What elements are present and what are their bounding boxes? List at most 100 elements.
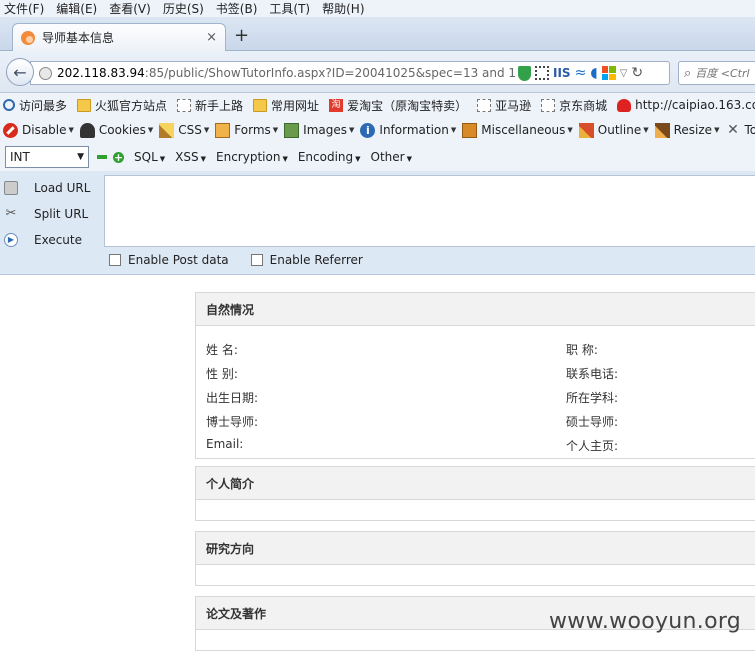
bookmark-firefox-official[interactable]: 火狐官方站点: [77, 97, 167, 114]
cookies-menu[interactable]: Cookies ▼: [79, 122, 153, 138]
tools-menu[interactable]: ✕ Tools: [725, 121, 755, 138]
wrench-icon: ✕: [727, 121, 739, 138]
menu-file[interactable]: 文件(F): [4, 0, 44, 17]
menu-history[interactable]: 历史(S): [163, 0, 204, 17]
disable-menu[interactable]: Disable ▼: [3, 122, 74, 138]
tab-close-icon[interactable]: ×: [206, 30, 217, 45]
taobao-icon: 淘: [329, 98, 344, 112]
scissors-icon: ✂: [5, 206, 17, 221]
menu-label: CSS: [178, 123, 202, 137]
tab-strip: 导师基本信息 × +: [0, 17, 755, 51]
menu-label: Images: [303, 123, 348, 137]
menu-help[interactable]: 帮助(H): [322, 0, 364, 17]
windows-logo-icon[interactable]: [601, 66, 616, 80]
bookmark-label: 火狐官方站点: [95, 98, 168, 113]
field-master-advisor: 硕士导师:: [566, 415, 619, 429]
section-header: 研究方向: [196, 532, 755, 565]
reload-icon[interactable]: ↻: [631, 65, 643, 81]
images-menu[interactable]: Images ▼: [284, 122, 354, 138]
menu-label: Miscellaneous: [481, 123, 566, 137]
book-icon: [462, 122, 478, 138]
section-research: 研究方向: [195, 531, 755, 586]
enable-referrer-label: Enable Referrer: [269, 253, 363, 267]
info-icon: i: [360, 122, 376, 138]
information-menu[interactable]: i Information ▼: [360, 122, 456, 138]
miscellaneous-menu[interactable]: Miscellaneous ▼: [462, 122, 573, 138]
xss-menu[interactable]: XSS ▼: [175, 150, 206, 164]
bookmark-common-urls[interactable]: 常用网址: [253, 97, 319, 114]
enable-post-label: Enable Post data: [128, 253, 229, 267]
bookmark-jd[interactable]: 京东商城: [541, 97, 607, 114]
action-label: Execute: [34, 233, 82, 247]
menu-label: Tools: [744, 123, 755, 137]
section-header: 自然情况: [196, 293, 755, 326]
menu-label: Resize: [673, 123, 713, 137]
url-host: 202.118.83.94: [57, 66, 145, 80]
menu-tools[interactable]: 工具(T): [269, 0, 310, 17]
execute-button[interactable]: ▶ Execute: [4, 227, 104, 253]
increment-icon[interactable]: +: [113, 151, 124, 163]
bookmark-label: 访问最多: [19, 98, 68, 113]
page-icon: [541, 98, 556, 112]
forms-menu[interactable]: Forms ▼: [215, 122, 278, 138]
menu-bookmarks[interactable]: 书签(B): [216, 0, 258, 17]
other-menu[interactable]: Other ▼: [371, 150, 412, 164]
ruler-icon: [654, 122, 670, 138]
field-homepage: 个人主页:: [566, 439, 619, 453]
menu-view[interactable]: 查看(V): [109, 0, 151, 17]
hackbar-toolbar: INT ▼ + SQL ▼ XSS ▼ Encryption ▼ Encoding ▼ …: [0, 143, 755, 171]
qr-code-icon[interactable]: [535, 66, 549, 80]
hackbar-options: Enable Post data Enable Referrer: [109, 253, 385, 267]
decrement-icon[interactable]: [97, 155, 107, 159]
section-basic-info: 自然情况 姓 名: 性 别: 出生日期: 博士导师: Email: 职 称: 联…: [195, 292, 755, 459]
field-title: 职 称:: [566, 343, 598, 357]
new-tab-button[interactable]: +: [234, 26, 249, 46]
disable-icon: [3, 122, 18, 138]
menu-bar: 文件(F) 编辑(E) 查看(V) 历史(S) 书签(B) 工具(T) 帮助(H…: [0, 0, 755, 17]
type-select[interactable]: INT ▼: [5, 146, 89, 168]
hackbar-panel: Load URL ✂ Split URL ▶ Execute Enable Post…: [0, 171, 755, 275]
caipiao-icon: [617, 98, 632, 112]
watermark: www.wooyun.org: [549, 609, 742, 634]
menu-edit[interactable]: 编辑(E): [56, 0, 97, 17]
iis-icon[interactable]: IIS: [553, 66, 571, 80]
url-textarea[interactable]: [104, 175, 755, 247]
bookmarks-bar: 访问最多 火狐官方站点 新手上路 常用网址 淘爱淘宝（原淘宝特卖） 亚马逊 京东…: [0, 93, 755, 117]
field-birthdate: 出生日期:: [206, 391, 259, 405]
menu-label: Encoding: [297, 150, 354, 164]
enable-referrer-checkbox[interactable]: [250, 254, 263, 266]
encryption-menu[interactable]: Encryption ▼: [216, 150, 288, 164]
page-icon: [477, 98, 492, 112]
field-gender: 性 别:: [206, 367, 238, 381]
shield-icon[interactable]: [518, 65, 531, 81]
bookmark-ai-taobao[interactable]: 淘爱淘宝（原淘宝特卖）: [329, 97, 467, 114]
hackbar-actions: Load URL ✂ Split URL ▶ Execute: [4, 175, 104, 253]
bookmark-getting-started[interactable]: 新手上路: [177, 97, 243, 114]
load-url-button[interactable]: Load URL: [4, 175, 104, 201]
sql-menu[interactable]: SQL ▼: [134, 150, 165, 164]
bookmark-most-visited[interactable]: 访问最多: [3, 97, 67, 114]
bookmark-caipiao[interactable]: http://caipiao.163.com: [617, 98, 755, 112]
navigation-bar: 202.118.83.94 :85/public/ShowTutorInfo.a…: [0, 51, 755, 93]
dropdown-arrow-icon[interactable]: ▽: [620, 68, 628, 79]
section-header: 个人简介: [196, 467, 755, 500]
search-input[interactable]: [695, 66, 755, 80]
css-menu[interactable]: CSS ▼: [159, 122, 209, 138]
field-email: Email:: [206, 437, 244, 451]
search-box[interactable]: ⌕: [678, 61, 755, 85]
resize-menu[interactable]: Resize ▼: [654, 122, 719, 138]
menu-label: SQL: [134, 150, 158, 164]
bookmark-label: 爱淘宝（原淘宝特卖）: [347, 98, 468, 113]
load-icon: [4, 181, 18, 195]
webdev-toolbar: Disable ▼ Cookies ▼ CSS ▼ Forms ▼ Images ▼ iI…: [0, 117, 755, 143]
pencil-icon: [578, 122, 594, 138]
split-url-button[interactable]: ✂ Split URL: [4, 201, 104, 227]
tab-tutor-info[interactable]: 导师基本信息 ×: [12, 23, 226, 51]
wave-icon[interactable]: ≈: [575, 65, 587, 81]
encoding-menu[interactable]: Encoding ▼: [298, 150, 361, 164]
bookmark-amazon[interactable]: 亚马逊: [477, 97, 531, 114]
back-button[interactable]: ←: [6, 58, 34, 86]
enable-post-checkbox[interactable]: [109, 254, 121, 266]
outline-menu[interactable]: Outline ▼: [578, 122, 649, 138]
wifi-icon[interactable]: ◖: [590, 65, 597, 81]
